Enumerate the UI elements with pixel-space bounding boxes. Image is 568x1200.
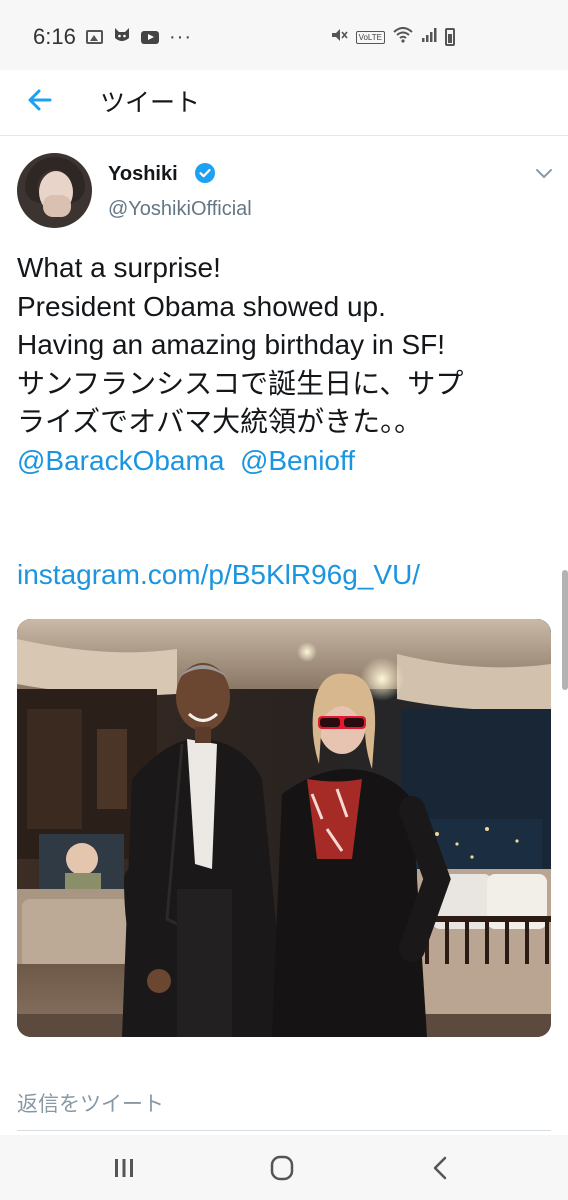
tweet-body: What a surprise! President Obama showed … — [17, 252, 464, 437]
arrow-left-icon — [28, 89, 52, 111]
reply-area: 返信をツイート — [0, 1076, 568, 1134]
tweet-text: What a surprise! President Obama showed … — [17, 249, 557, 480]
tweet-photo[interactable] — [17, 619, 551, 1037]
divider — [17, 1130, 551, 1131]
author-handle[interactable]: @YoshikiOfficial — [108, 198, 252, 221]
back-icon — [433, 1156, 447, 1180]
signal-icon — [421, 27, 437, 47]
verified-badge-icon — [195, 163, 215, 183]
status-right-icons: VoLTE — [330, 26, 455, 48]
image-icon — [86, 30, 103, 44]
home-icon — [270, 1155, 294, 1181]
app-header: ツイート — [0, 70, 568, 136]
scrollbar-thumb[interactable] — [562, 570, 568, 690]
status-time: 6:16 — [33, 24, 76, 49]
cat-icon — [113, 26, 131, 48]
recents-button[interactable] — [104, 1150, 144, 1186]
tweet-link[interactable]: instagram.com/p/B5KlR96g_VU/ — [17, 559, 420, 591]
status-left-icons: ··· — [86, 26, 192, 48]
nav-back-button[interactable] — [421, 1150, 461, 1186]
wifi-icon — [393, 27, 413, 47]
system-nav-bar — [0, 1135, 568, 1200]
chevron-down-icon[interactable] — [534, 166, 554, 182]
avatar-hand — [43, 195, 71, 217]
youtube-icon — [141, 30, 159, 44]
page-title: ツイート — [100, 89, 201, 117]
avatar[interactable] — [17, 153, 92, 228]
battery-icon — [445, 28, 455, 46]
status-bar: 6:16 ··· VoLTE — [0, 0, 568, 70]
photo-scene — [17, 619, 551, 1037]
volte-icon: VoLTE — [355, 30, 385, 44]
back-button[interactable] — [24, 84, 56, 116]
reply-input[interactable]: 返信をツイート — [17, 1088, 164, 1118]
mention-barackobama[interactable]: @BarackObama — [17, 445, 224, 476]
more-dots-icon: ··· — [169, 26, 192, 48]
home-button[interactable] — [262, 1150, 302, 1186]
mention-benioff[interactable]: @Benioff — [240, 445, 355, 476]
mute-icon — [330, 26, 348, 48]
author-name[interactable]: Yoshiki — [108, 163, 178, 186]
recents-icon — [115, 1159, 133, 1177]
